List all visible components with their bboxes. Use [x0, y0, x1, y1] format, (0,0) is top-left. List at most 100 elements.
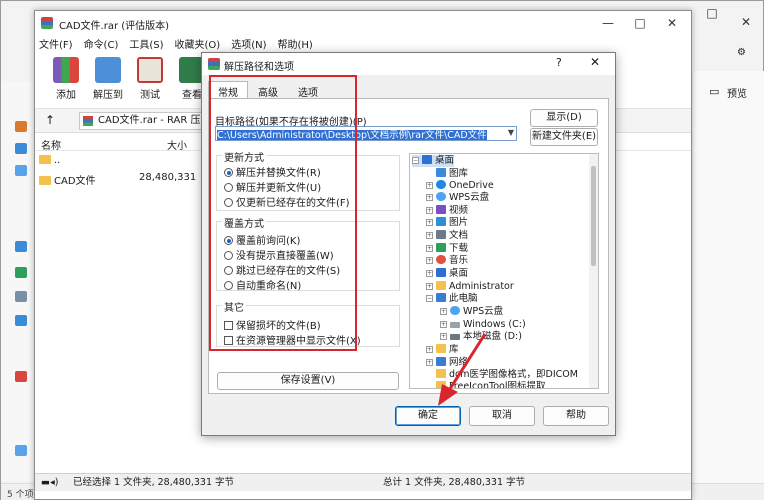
rar-close-icon[interactable]: ✕: [657, 13, 687, 33]
expand-icon[interactable]: +: [426, 182, 433, 189]
tree-label: Windows (C:): [463, 319, 526, 330]
save-settings-button[interactable]: 保存设置(V): [217, 372, 399, 390]
tree-item-desktop[interactable]: + 桌面: [426, 268, 468, 280]
rar-minimize-icon[interactable]: —: [593, 13, 623, 33]
column-size[interactable]: 大小: [167, 137, 187, 152]
tree-label: 此电脑: [449, 293, 478, 304]
status-left: 已经选择 1 文件夹, 28,480,331 字节: [73, 477, 235, 488]
extract-to-button[interactable]: 解压到: [89, 57, 127, 101]
menu-options[interactable]: 选项(N): [231, 36, 266, 52]
nav-gallery-icon[interactable]: [15, 143, 27, 154]
download-icon: [436, 243, 446, 252]
test-clipboard-icon: [137, 57, 163, 83]
drive-icon: [450, 322, 460, 328]
explorer-preview-label[interactable]: 预览: [727, 85, 747, 100]
test-button[interactable]: 测试: [131, 57, 169, 101]
tree-label: 桌面: [435, 155, 455, 166]
menu-commands[interactable]: 命令(C): [84, 36, 119, 52]
add-button[interactable]: 添加: [47, 57, 85, 101]
nav-cloud2-icon[interactable]: [15, 445, 27, 456]
scrollbar-thumb[interactable]: [591, 166, 596, 266]
tree-item-documents[interactable]: + 文档: [426, 230, 468, 242]
expand-icon[interactable]: +: [426, 219, 433, 226]
rar-maximize-icon[interactable]: □: [625, 13, 655, 33]
file-name: ..: [54, 155, 61, 166]
tree-item-music[interactable]: + 音乐: [426, 255, 468, 267]
expand-icon[interactable]: +: [426, 257, 433, 264]
tree-label: 视频: [449, 205, 469, 216]
tree-item-desktop-root[interactable]: − 桌面: [412, 155, 455, 167]
dialog-help-icon[interactable]: ?: [556, 56, 562, 69]
menu-help[interactable]: 帮助(H): [278, 36, 313, 52]
tree-item-gallery[interactable]: 图库: [426, 168, 468, 180]
file-name: CAD文件: [54, 176, 96, 187]
view-label: 查看: [182, 90, 202, 101]
show-button[interactable]: 显示(D): [530, 109, 598, 127]
file-row-parent[interactable]: ..: [35, 153, 205, 169]
explorer-settings-icon[interactable]: ⚙: [737, 47, 746, 58]
rar-app-icon: [41, 17, 53, 29]
tree-label: 音乐: [449, 255, 469, 266]
picture-icon: [436, 217, 446, 226]
menu-file[interactable]: 文件(F): [39, 36, 73, 52]
desktop-icon: [422, 155, 432, 164]
tree-scrollbar[interactable]: [589, 154, 598, 388]
nav-cloud-icon[interactable]: [15, 165, 27, 176]
dropdown-arrow-icon[interactable]: ▼: [508, 128, 514, 137]
nav-home-icon[interactable]: [15, 121, 27, 132]
file-size: 28,480,331: [139, 172, 197, 183]
cloud-icon: [436, 192, 446, 201]
tree-item-wps-cloud[interactable]: + WPS云盘: [426, 192, 489, 204]
dialog-app-icon: [208, 58, 220, 70]
tree-item-pictures[interactable]: + 图片: [426, 217, 468, 229]
collapse-icon[interactable]: −: [412, 157, 419, 164]
nav-docs-icon[interactable]: [15, 291, 27, 302]
menu-favorites[interactable]: 收藏夹(O): [175, 36, 221, 52]
rar-menu-bar: 文件(F) 命令(C) 工具(S) 收藏夹(O) 选项(N) 帮助(H): [39, 36, 313, 52]
expand-icon[interactable]: +: [440, 308, 447, 315]
expand-icon[interactable]: +: [440, 321, 447, 328]
explorer-maximize-icon[interactable]: □: [699, 4, 725, 22]
tree-label: 图库: [449, 168, 469, 179]
up-arrow-icon[interactable]: ↑: [45, 113, 55, 127]
dialog-close-icon[interactable]: ✕: [590, 55, 600, 69]
highlight-annotation-box: [209, 75, 357, 351]
tree-item-downloads[interactable]: + 下载: [426, 243, 468, 255]
expand-icon[interactable]: +: [426, 283, 433, 290]
tree-item-wps-cloud-pc[interactable]: + WPS云盘: [440, 306, 503, 318]
tree-item-onedrive[interactable]: + OneDrive: [426, 180, 494, 192]
nav-download-icon[interactable]: [15, 267, 27, 278]
tree-label: WPS云盘: [449, 192, 490, 203]
user-folder-icon: [436, 281, 446, 290]
desktop-icon: [436, 268, 446, 277]
help-button[interactable]: 帮助: [543, 406, 609, 426]
expand-icon[interactable]: +: [426, 232, 433, 239]
status-right: 总计 1 文件夹, 28,480,331 字节: [383, 477, 526, 488]
red-arrow-icon: [438, 333, 487, 406]
file-row-cad[interactable]: CAD文件 28,480,331: [35, 170, 205, 187]
nav-music-icon[interactable]: [15, 371, 27, 382]
expand-icon[interactable]: +: [426, 207, 433, 214]
menu-tools[interactable]: 工具(S): [129, 36, 163, 52]
explorer-close-icon[interactable]: ✕: [733, 13, 759, 31]
tree-label: OneDrive: [449, 180, 494, 191]
expand-icon[interactable]: +: [426, 194, 433, 201]
tree-label: 下载: [449, 243, 469, 254]
status-drive-icon: ▬◂): [41, 477, 59, 488]
column-name[interactable]: 名称: [41, 137, 61, 152]
nav-pictures-icon[interactable]: [15, 315, 27, 326]
explorer-right-pane: ⚙ ▭ 预览: [693, 47, 764, 500]
expand-icon[interactable]: +: [426, 245, 433, 252]
nav-desktop-icon[interactable]: [15, 241, 27, 252]
new-folder-button[interactable]: 新建文件夹(E): [530, 128, 598, 146]
add-archive-icon: [53, 57, 79, 83]
expand-icon[interactable]: +: [426, 270, 433, 277]
tree-item-videos[interactable]: + 视频: [426, 205, 468, 217]
tree-label: 桌面: [449, 268, 469, 279]
archive-icon: [83, 116, 93, 126]
tree-item-this-pc[interactable]: − 此电脑: [426, 293, 478, 305]
collapse-icon[interactable]: −: [426, 295, 433, 302]
tree-item-administrator[interactable]: + Administrator: [426, 281, 514, 293]
cloud-icon: [450, 306, 460, 315]
explorer-preview-icon[interactable]: ▭: [709, 85, 719, 98]
